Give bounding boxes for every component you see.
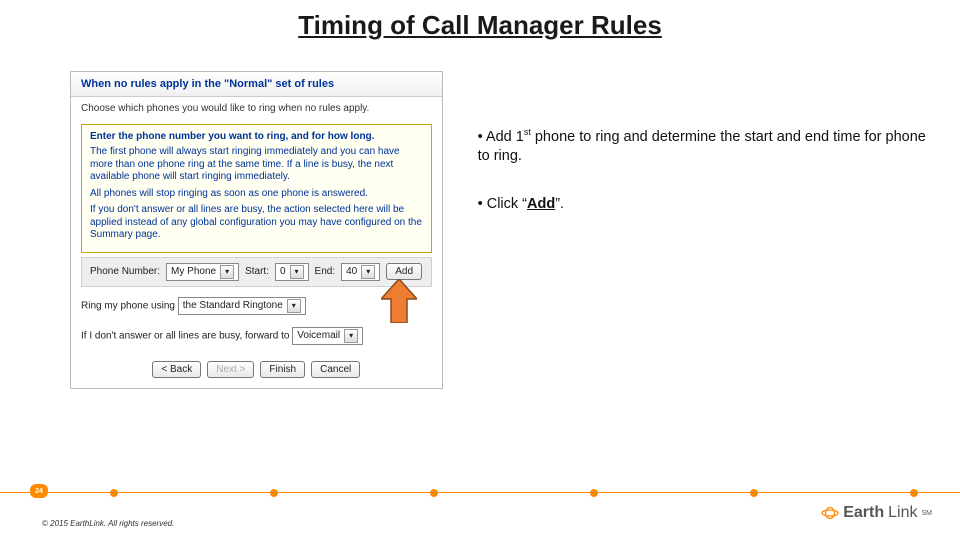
phone-label: Phone Number: [90,266,160,277]
ringtone-select[interactable]: the Standard Ringtone ▾ [178,297,306,315]
footer-divider [0,492,960,494]
back-button[interactable]: < Back [152,361,201,378]
info-box-p3: If you don't answer or all lines are bus… [90,204,423,242]
copyright-text: © 2015 EarthLink. All rights reserved. [42,519,174,528]
chevron-down-icon: ▾ [361,265,375,279]
app-screenshot: When no rules apply in the "Normal" set … [70,71,443,389]
forward-select[interactable]: Voicemail ▾ [292,327,363,345]
brand-sm: SM [922,510,933,517]
info-box-p2: All phones will stop ringing as soon as … [90,188,423,201]
info-box-p1: The first phone will always start ringin… [90,146,423,184]
slide-title: Timing of Call Manager Rules [0,0,960,41]
chevron-down-icon: ▾ [344,329,358,343]
bullet-list: Add 1st phone to ring and determine the … [478,126,940,389]
start-value: 0 [280,266,286,277]
end-select[interactable]: 40 ▾ [341,263,380,281]
info-box: Enter the phone number you want to ring,… [81,124,432,253]
wizard-buttons: < Back Next > Finish Cancel [71,351,442,388]
slide-number: 24 [30,484,48,498]
main-content: When no rules apply in the "Normal" set … [0,41,960,389]
chevron-down-icon: ▾ [290,265,304,279]
ringtone-value: the Standard Ringtone [183,300,283,311]
start-label: Start: [245,266,269,277]
brand-logo: EarthLink SM [821,504,932,522]
chevron-down-icon: ▾ [220,265,234,279]
brand-text-a: Earth [843,504,884,522]
phone-select[interactable]: My Phone ▾ [166,263,239,281]
end-value: 40 [346,266,357,277]
panel-subtext: Choose which phones you would like to ri… [71,97,442,120]
finish-button[interactable]: Finish [260,361,305,378]
end-label: End: [315,266,336,277]
callout-arrow-icon [381,279,417,323]
forward-prefix: If I don't answer or all lines are busy,… [81,330,290,341]
forward-line: If I don't answer or all lines are busy,… [71,321,442,351]
globe-icon [821,506,839,520]
bullet-1: Add 1st phone to ring and determine the … [478,126,940,167]
ringtone-prefix: Ring my phone using [81,300,175,311]
forward-value: Voicemail [297,330,340,341]
next-button[interactable]: Next > [207,361,254,378]
chevron-down-icon: ▾ [287,299,301,313]
brand-text-b: Link [888,504,917,522]
cancel-button[interactable]: Cancel [311,361,360,378]
start-select[interactable]: 0 ▾ [275,263,309,281]
bullet-2: Click “Add”. [478,195,940,215]
panel-header: When no rules apply in the "Normal" set … [71,72,442,97]
info-box-title: Enter the phone number you want to ring,… [90,131,423,142]
add-button[interactable]: Add [386,263,422,280]
phone-row: Phone Number: My Phone ▾ Start: 0 ▾ End:… [81,257,432,287]
phone-select-value: My Phone [171,266,216,277]
